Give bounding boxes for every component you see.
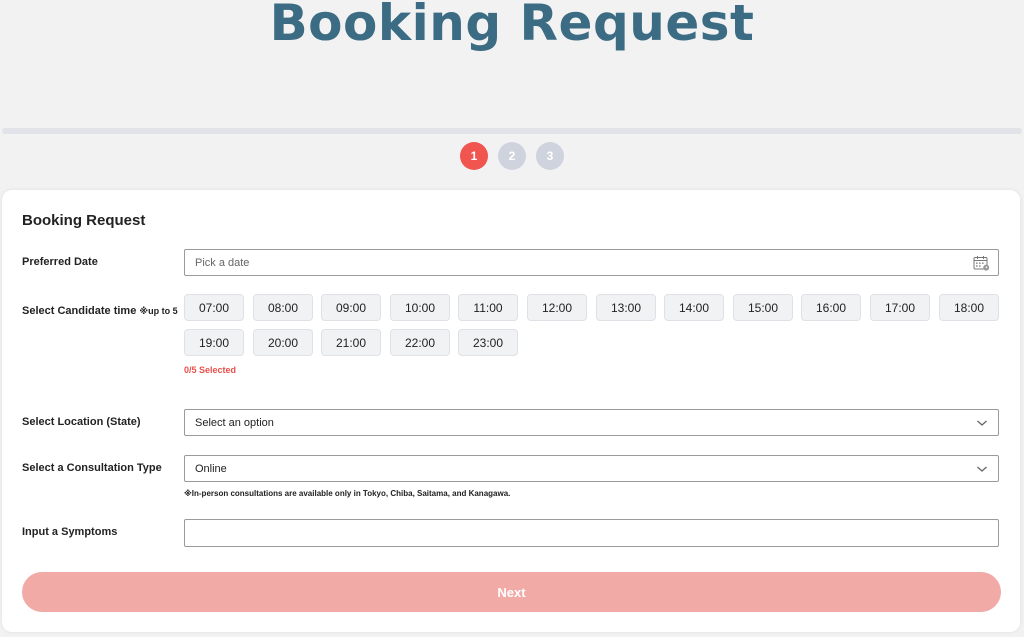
- consultation-hint: ※In-person consultations are available o…: [184, 489, 511, 498]
- page-title: Booking Request: [269, 0, 755, 52]
- step-1: 1: [460, 142, 488, 170]
- form-title: Booking Request: [22, 212, 146, 229]
- location-select[interactable]: Select an option: [184, 409, 999, 436]
- booking-form-card: Booking Request Preferred Date Pick a da…: [2, 190, 1020, 632]
- time-slot-button[interactable]: 12:00: [527, 294, 587, 321]
- time-slot-button[interactable]: 13:00: [596, 294, 656, 321]
- consultation-type-label: Select a Consultation Type: [22, 462, 162, 474]
- selected-count: 0/5 Selected: [184, 365, 237, 375]
- candidate-time-note: ※up to 5: [139, 306, 178, 316]
- time-slot-button[interactable]: 20:00: [253, 329, 313, 356]
- candidate-time-label: Select Candidate time ※up to 5: [22, 305, 178, 317]
- location-label: Select Location (State): [22, 416, 141, 428]
- step-2: 2: [498, 142, 526, 170]
- symptoms-input[interactable]: [184, 519, 999, 547]
- time-slot-button[interactable]: 21:00: [321, 329, 381, 356]
- candidate-time-label-text: Select Candidate time: [22, 305, 137, 317]
- location-select-value: Select an option: [195, 417, 274, 429]
- calendar-icon[interactable]: [973, 255, 990, 271]
- time-slot-button[interactable]: 17:00: [870, 294, 930, 321]
- time-slot-button[interactable]: 15:00: [733, 294, 793, 321]
- next-button[interactable]: Next: [22, 572, 1001, 612]
- progress-track: [2, 128, 1022, 134]
- symptoms-label: Input a Symptoms: [22, 526, 118, 538]
- time-slot-button[interactable]: 10:00: [390, 294, 450, 321]
- time-slot-button[interactable]: 11:00: [458, 294, 518, 321]
- preferred-date-input[interactable]: Pick a date: [184, 249, 999, 276]
- time-slot-button[interactable]: 19:00: [184, 329, 244, 356]
- chevron-down-icon: [977, 420, 987, 426]
- chevron-down-icon: [977, 466, 987, 472]
- time-slot-button[interactable]: 23:00: [458, 329, 518, 356]
- consultation-type-select[interactable]: Online: [184, 455, 999, 482]
- time-slot-button[interactable]: 08:00: [253, 294, 313, 321]
- preferred-date-label: Preferred Date: [22, 256, 98, 268]
- step-indicator: 1 2 3: [460, 142, 564, 170]
- consultation-type-value: Online: [195, 463, 227, 475]
- time-slot-button[interactable]: 18:00: [939, 294, 999, 321]
- time-slot-button[interactable]: 14:00: [664, 294, 724, 321]
- time-slot-button[interactable]: 07:00: [184, 294, 244, 321]
- step-3: 3: [536, 142, 564, 170]
- time-slot-button[interactable]: 09:00: [321, 294, 381, 321]
- time-slot-button[interactable]: 16:00: [801, 294, 861, 321]
- preferred-date-placeholder: Pick a date: [195, 257, 250, 269]
- time-slot-button[interactable]: 22:00: [390, 329, 450, 356]
